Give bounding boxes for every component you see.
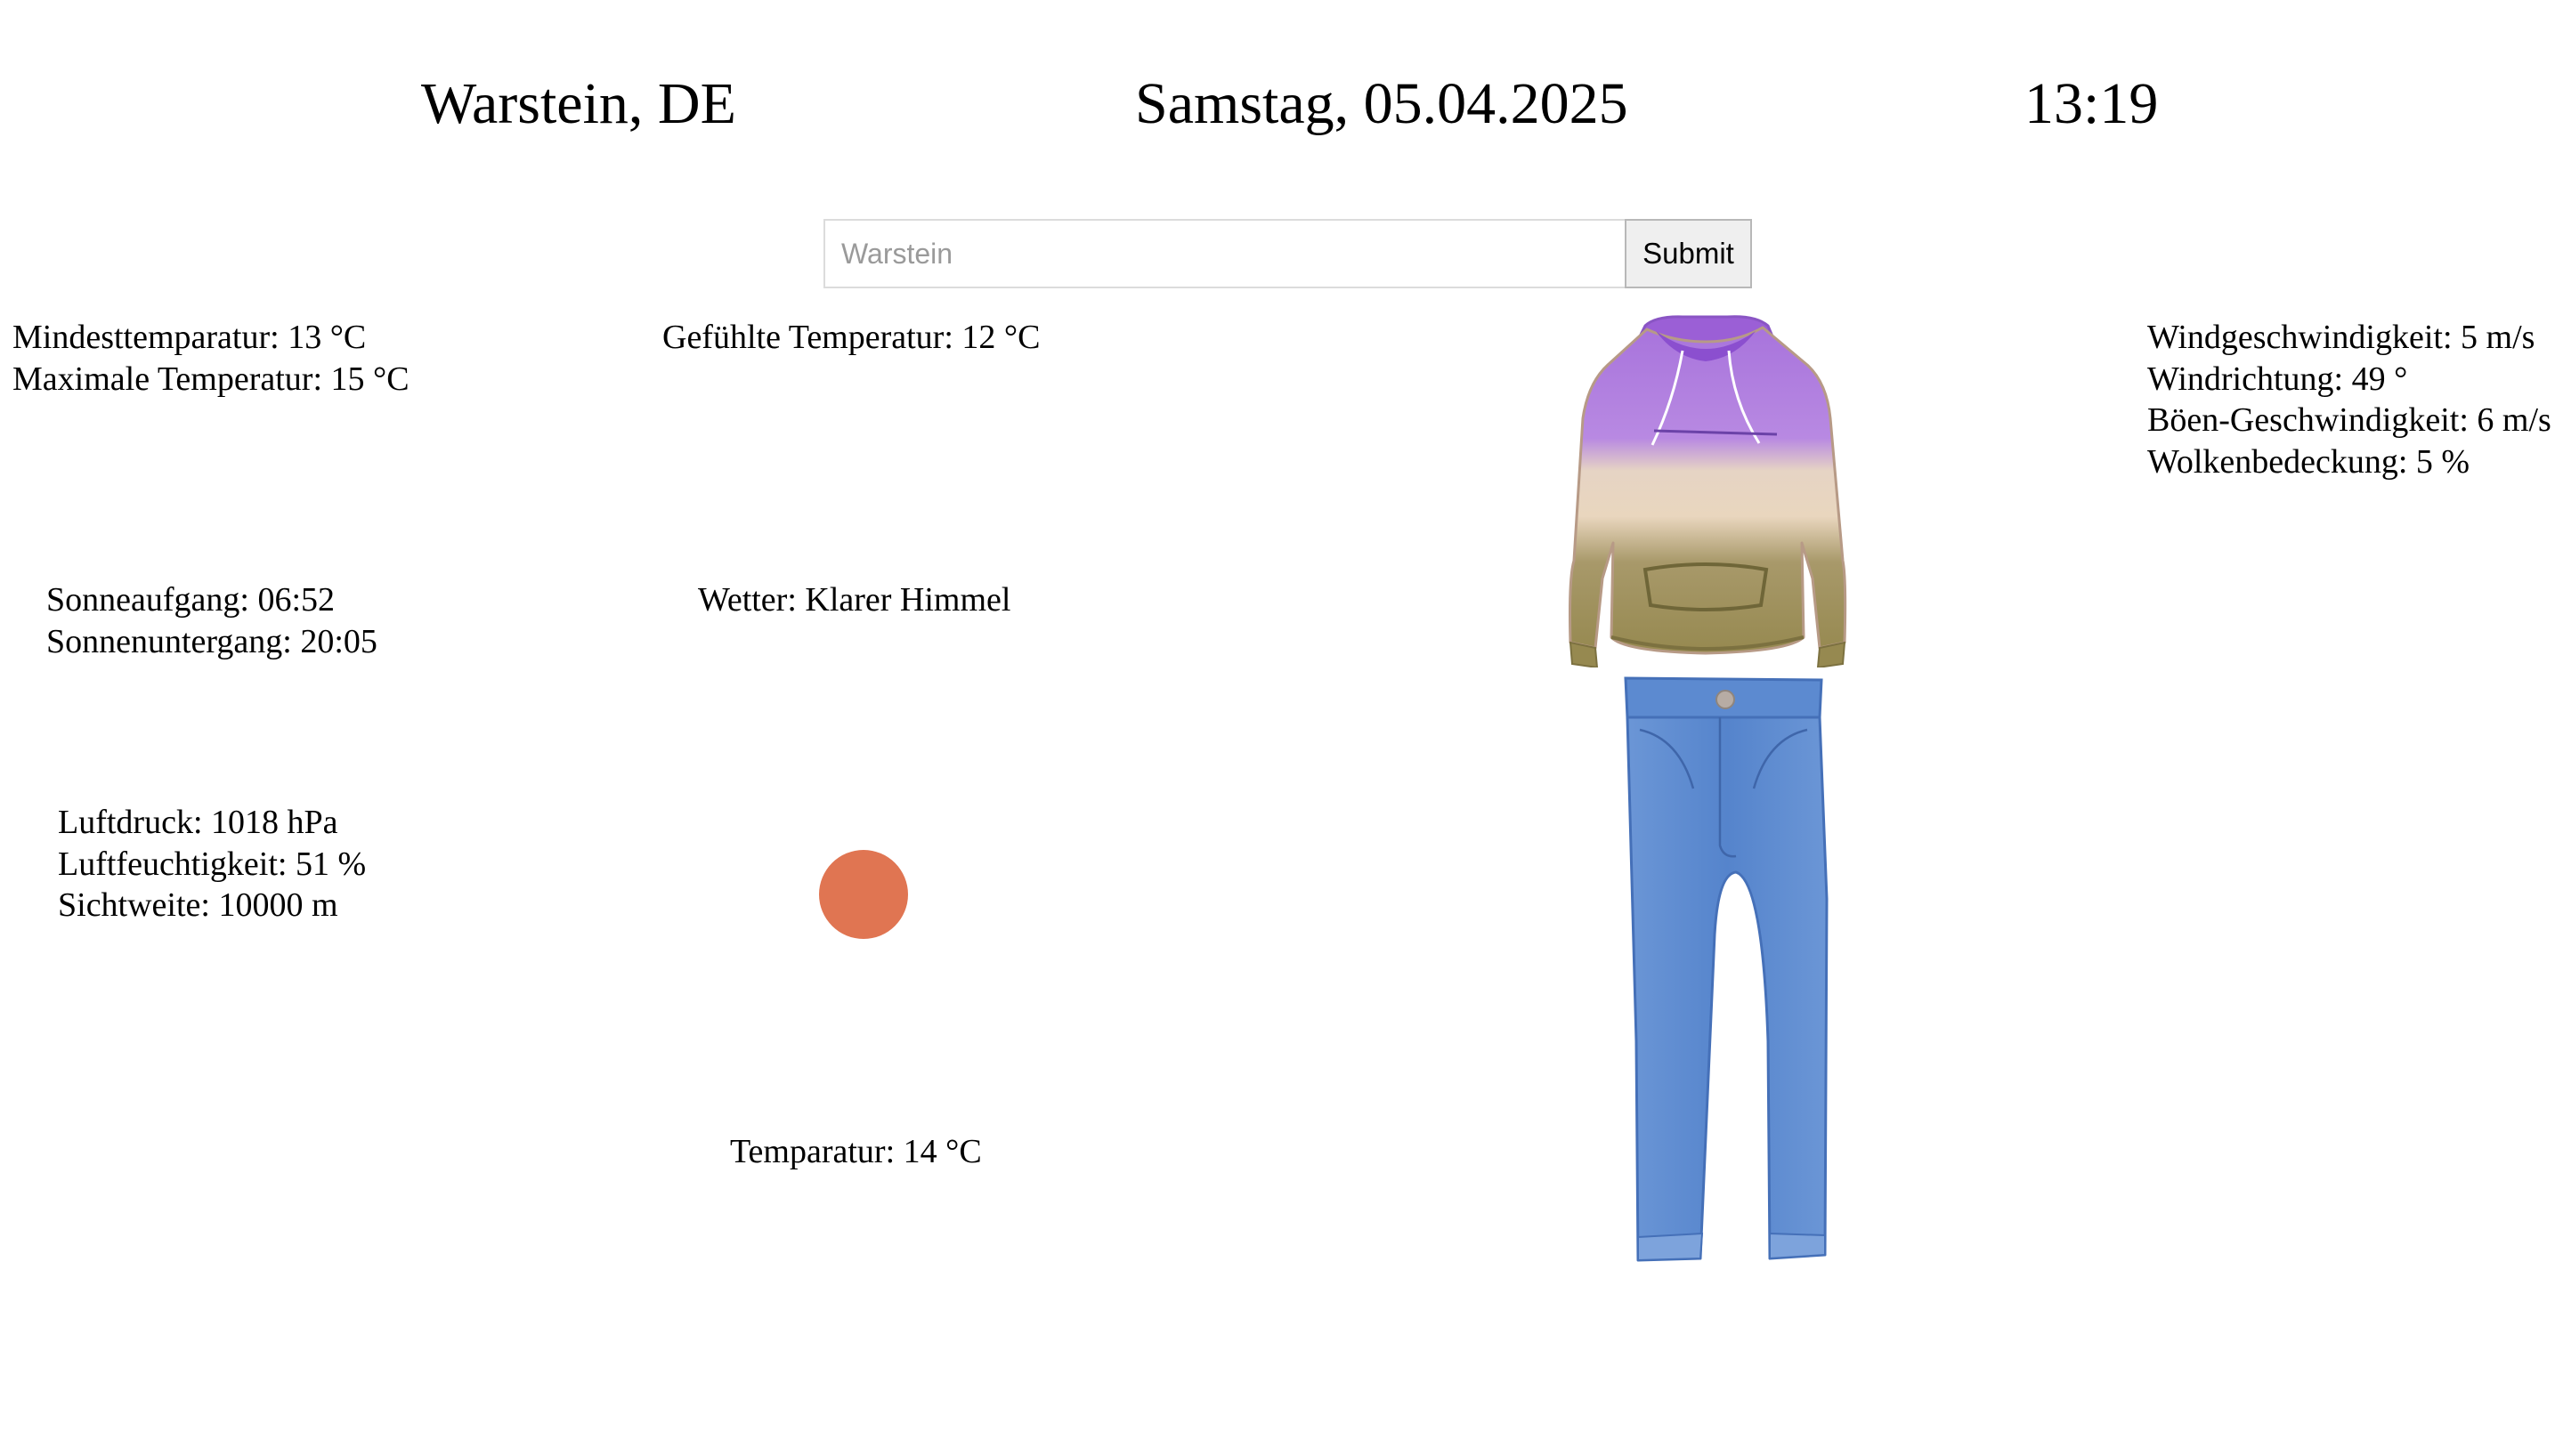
sun-times-block: Sonneaufgang: 06:52 Sonnenuntergang: 20:… — [46, 579, 447, 662]
hoodie-image — [1569, 315, 1847, 667]
wind-speed: Windgeschwindigkeit: 5 m/s — [2147, 319, 2535, 356]
temperature-range-block: Mindesttemparatur: 13 °C Maximale Temper… — [12, 317, 413, 400]
sunset-time: Sonnenuntergang: 20:05 — [46, 622, 377, 660]
time-display: 13:19 — [2024, 71, 2159, 136]
current-temperature: Temparatur: 14 °C — [730, 1133, 982, 1170]
submit-button[interactable]: Submit — [1625, 219, 1752, 288]
city-search-input[interactable] — [823, 219, 1625, 288]
date-display: Samstag, 05.04.2025 — [1135, 71, 1628, 136]
city-search-form: Submit — [823, 219, 1752, 288]
min-temperature: Mindesttemparatur: 13 °C — [12, 319, 367, 356]
cloud-cover: Wolkenbedeckung: 5 % — [2147, 442, 2470, 481]
feels-like-temperature: Gefühlte Temperatur: 12 °C — [662, 319, 1041, 356]
visibility: Sichtweite: 10000 m — [58, 886, 338, 924]
air-pressure: Luftdruck: 1018 hPa — [58, 804, 338, 841]
weather-description: Wetter: Klarer Himmel — [698, 581, 1011, 619]
humidity: Luftfeuchtigkeit: 51 % — [58, 845, 367, 883]
max-temperature: Maximale Temperatur: 15 °C — [12, 360, 410, 398]
gust-speed: Böen-Geschwindigkeit: 6 m/s — [2147, 401, 2551, 439]
sun-icon — [819, 850, 908, 939]
location-title: Warstein, DE — [421, 71, 736, 136]
sunrise-time: Sonneaufgang: 06:52 — [46, 581, 336, 619]
wind-direction: Windrichtung: 49 ° — [2147, 360, 2408, 398]
jeans-image — [1624, 676, 1829, 1262]
wind-cloud-block: Windgeschwindigkeit: 5 m/s Windrichtung:… — [2147, 317, 2562, 482]
air-data-block: Luftdruck: 1018 hPa Luftfeuchtigkeit: 51… — [58, 802, 458, 926]
